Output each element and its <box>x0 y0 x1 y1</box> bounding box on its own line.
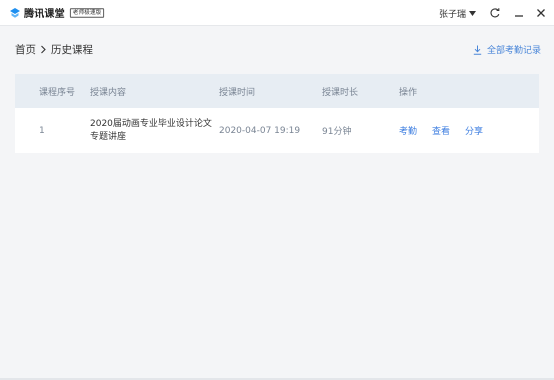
cell-index: 1 <box>39 125 45 136</box>
cell-ops: 考勤 查看 分享 <box>399 124 498 137</box>
cell-duration: 91分钟 <box>322 127 352 137</box>
title-bar: 腾讯课堂 老师极速版 张子瑞 <box>0 0 554 26</box>
cell-time: 2020-04-07 19:19 <box>219 125 301 136</box>
share-button[interactable]: 分享 <box>465 124 483 137</box>
view-button[interactable]: 查看 <box>432 124 450 137</box>
header-duration: 授课时长 <box>322 87 359 98</box>
app-version-badge: 老师极速版 <box>69 7 104 18</box>
close-icon[interactable] <box>536 8 546 18</box>
header-index: 课程序号 <box>39 87 76 98</box>
user-name[interactable]: 张子瑞 <box>439 7 466 20</box>
history-course-table: 课程序号 授课内容 授课时间 授课时长 操作 1 2020届动画专业毕业设计论文… <box>15 74 539 153</box>
tencent-classroom-logo-icon <box>10 7 20 18</box>
cell-content: 2020届动画专业毕业设计论文专题讲座 <box>90 118 212 142</box>
app-name: 腾讯课堂 <box>24 9 65 20</box>
table-header: 课程序号 授课内容 授课时间 授课时长 操作 <box>15 74 539 108</box>
header-content: 授课内容 <box>90 87 127 98</box>
breadcrumb: 首页 历史课程 <box>15 42 93 57</box>
table-row: 1 2020届动画专业毕业设计论文专题讲座 2020-04-07 19:19 9… <box>15 108 539 153</box>
attendance-button[interactable]: 考勤 <box>399 124 417 137</box>
app-logo: 腾讯课堂 老师极速版 <box>9 5 105 20</box>
caret-down-icon[interactable] <box>469 10 476 16</box>
header-time: 授课时间 <box>219 87 256 98</box>
download-icon <box>473 45 482 55</box>
minimize-icon[interactable] <box>514 8 524 18</box>
header-ops: 操作 <box>399 87 418 98</box>
chevron-right-icon <box>41 45 46 54</box>
export-attendance-label[interactable]: 全部考勤记录 <box>487 43 541 56</box>
export-attendance-link[interactable]: 全部考勤记录 <box>473 43 541 56</box>
refresh-icon[interactable] <box>490 8 500 18</box>
breadcrumb-current: 历史课程 <box>51 44 93 56</box>
breadcrumb-home[interactable]: 首页 <box>15 42 36 57</box>
